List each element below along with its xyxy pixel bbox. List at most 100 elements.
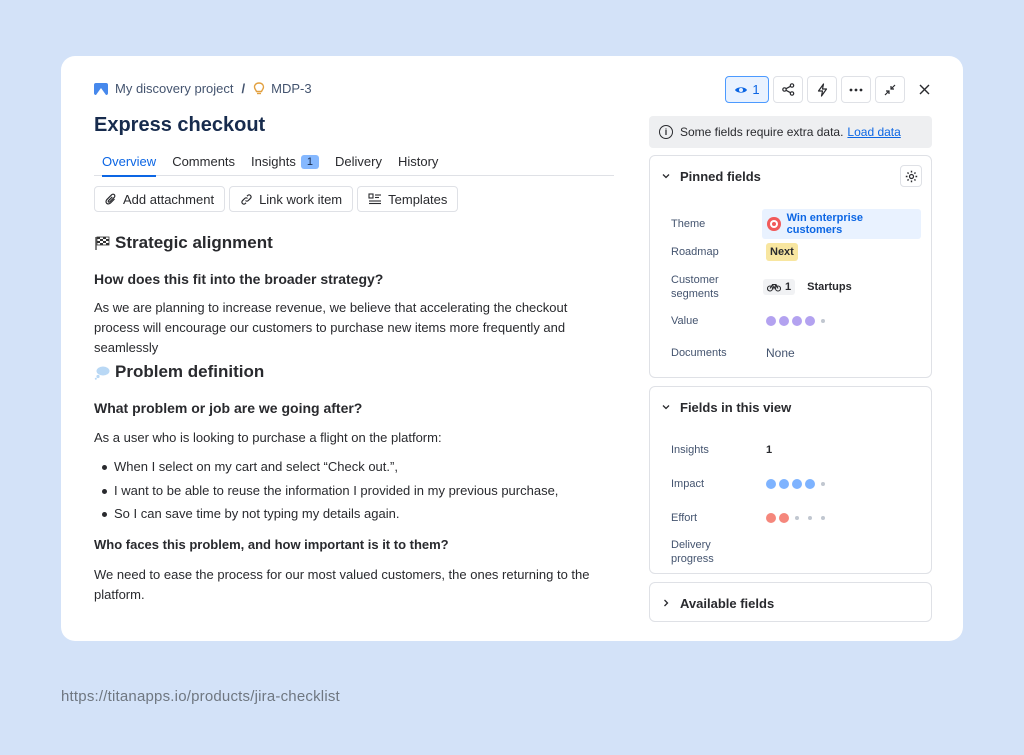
tab-label: Delivery — [334, 154, 382, 169]
chevron-down-icon — [662, 405, 670, 410]
pinned-fields-header[interactable]: Pinned fields — [650, 156, 931, 196]
problem-question: What problem or job are we going after? — [94, 400, 363, 416]
template-icon — [368, 193, 382, 205]
field-documents: Documents None — [671, 346, 921, 360]
roadmap-chip[interactable]: Next — [766, 243, 798, 261]
tab-history[interactable]: History — [390, 152, 446, 176]
automation-button[interactable] — [807, 76, 837, 103]
list-item: So I can save time by not typing my deta… — [94, 504, 558, 528]
tab-comments[interactable]: Comments — [164, 152, 243, 176]
rating-dot-filled — [779, 513, 789, 523]
chevron-right-icon — [664, 599, 669, 607]
value-rating[interactable] — [766, 316, 828, 326]
more-actions-button[interactable] — [841, 76, 871, 103]
effort-rating[interactable] — [766, 513, 828, 523]
rating-dot-filled — [779, 479, 789, 489]
collapse-icon — [884, 84, 896, 95]
add-attachment-button[interactable]: Add attachment — [94, 186, 226, 212]
footer-url: https://titanapps.io/products/jira-check… — [61, 688, 340, 705]
button-label: Templates — [388, 191, 448, 207]
share-button[interactable] — [773, 76, 803, 103]
field-label: Theme — [671, 218, 706, 230]
theme-value: Win enterprise customers — [786, 212, 863, 236]
impact-rating[interactable] — [766, 479, 828, 489]
problem-definition-heading: Problem definition — [94, 362, 264, 382]
documents-value[interactable]: None — [766, 346, 795, 360]
segments-value: Startups — [807, 281, 852, 293]
page-title[interactable]: Express checkout — [94, 114, 265, 137]
segments-count[interactable]: 1 — [763, 279, 796, 295]
rating-dot-filled — [766, 479, 776, 489]
tab-label: History — [397, 154, 439, 169]
info-icon: i — [659, 125, 673, 139]
checkered-flag-icon — [95, 236, 110, 250]
button-label: Link work item — [259, 191, 343, 207]
who-faces-question: Who faces this problem, and how importan… — [94, 537, 449, 552]
target-icon — [767, 217, 781, 231]
field-customer-segments: Customer segments 1 Startups — [671, 273, 921, 301]
tab-label: Overview — [102, 154, 157, 169]
panel-title: Fields in this view — [680, 399, 792, 415]
tab-delivery[interactable]: Delivery — [327, 152, 390, 176]
breadcrumb-issue-key[interactable]: MDP-3 — [271, 81, 311, 96]
gear-icon — [905, 170, 917, 182]
field-label: Insights — [671, 444, 709, 456]
thought-balloon-icon — [94, 366, 110, 380]
segments-count-value: 1 — [785, 281, 792, 293]
button-label: Add attachment — [123, 191, 215, 207]
bicycle-icon — [767, 283, 781, 292]
rating-dot-empty — [821, 516, 825, 520]
rating-dot-filled — [805, 316, 815, 326]
rating-dot-empty — [808, 516, 812, 520]
more-icon — [849, 88, 863, 91]
theme-chip[interactable]: Win enterprise customers — [762, 209, 921, 239]
problem-intro: As a user who is looking to purchase a f… — [94, 430, 442, 445]
load-data-link[interactable]: Load data — [847, 125, 900, 139]
settings-button[interactable] — [900, 165, 922, 187]
info-banner: i Some fields require extra data. Load d… — [649, 116, 932, 148]
lightning-icon — [817, 82, 827, 97]
field-impact: Impact — [671, 477, 921, 491]
list-item: When I select on my cart and select “Che… — [94, 457, 558, 481]
field-value: Value — [671, 314, 921, 328]
field-label: Documents — [671, 347, 727, 359]
available-fields-header[interactable]: Available fields — [650, 583, 931, 623]
strategy-paragraph: As we are planning to increase revenue, … — [94, 300, 568, 355]
rating-dot-filled — [805, 479, 815, 489]
field-label: Roadmap — [671, 246, 719, 258]
lightbulb-icon — [253, 81, 265, 94]
tab-insights[interactable]: Insights 1 — [243, 152, 327, 176]
insights-count-badge: 1 — [300, 155, 319, 169]
field-label: Impact — [671, 478, 705, 490]
strategic-alignment-heading: Strategic alignment — [94, 233, 273, 253]
breadcrumb-separator: / — [241, 81, 246, 96]
panel-title: Available fields — [680, 595, 775, 611]
fields-in-view-header[interactable]: Fields in this view — [650, 387, 931, 427]
field-insights: Insights 1 — [671, 443, 921, 457]
close-icon — [919, 84, 929, 95]
link-work-item-button[interactable]: Link work item — [229, 186, 354, 212]
field-effort: Effort — [671, 511, 921, 525]
field-label: Value — [671, 315, 699, 327]
issue-toolbar: 1 — [725, 76, 939, 103]
pinned-fields-panel: Pinned fields Theme Win enterprise custo… — [649, 155, 932, 378]
tab-overview[interactable]: Overview — [94, 152, 164, 177]
issue-card: My discovery project / MDP-3 Express che… — [61, 56, 963, 641]
rating-dot-filled — [779, 316, 789, 326]
templates-button[interactable]: Templates — [357, 186, 459, 212]
minimize-button[interactable] — [875, 76, 905, 103]
field-label: Customer segments — [671, 274, 719, 300]
insights-value[interactable]: 1 — [766, 444, 772, 456]
tab-label: Insights — [251, 154, 296, 169]
action-buttons: Add attachment Link work item Templates — [94, 186, 459, 212]
watch-count: 1 — [752, 82, 760, 97]
rating-dot-empty — [821, 319, 825, 323]
watchers-button[interactable]: 1 — [725, 76, 769, 103]
list-item: I want to be able to reuse the informati… — [94, 481, 558, 505]
close-button[interactable] — [909, 76, 939, 103]
breadcrumb-project[interactable]: My discovery project — [115, 81, 233, 96]
banner-text: Some fields require extra data. — [680, 125, 844, 139]
breadcrumb: My discovery project / MDP-3 — [94, 81, 312, 96]
tab-label: Comments — [172, 154, 236, 169]
rating-dot-empty — [821, 482, 825, 486]
